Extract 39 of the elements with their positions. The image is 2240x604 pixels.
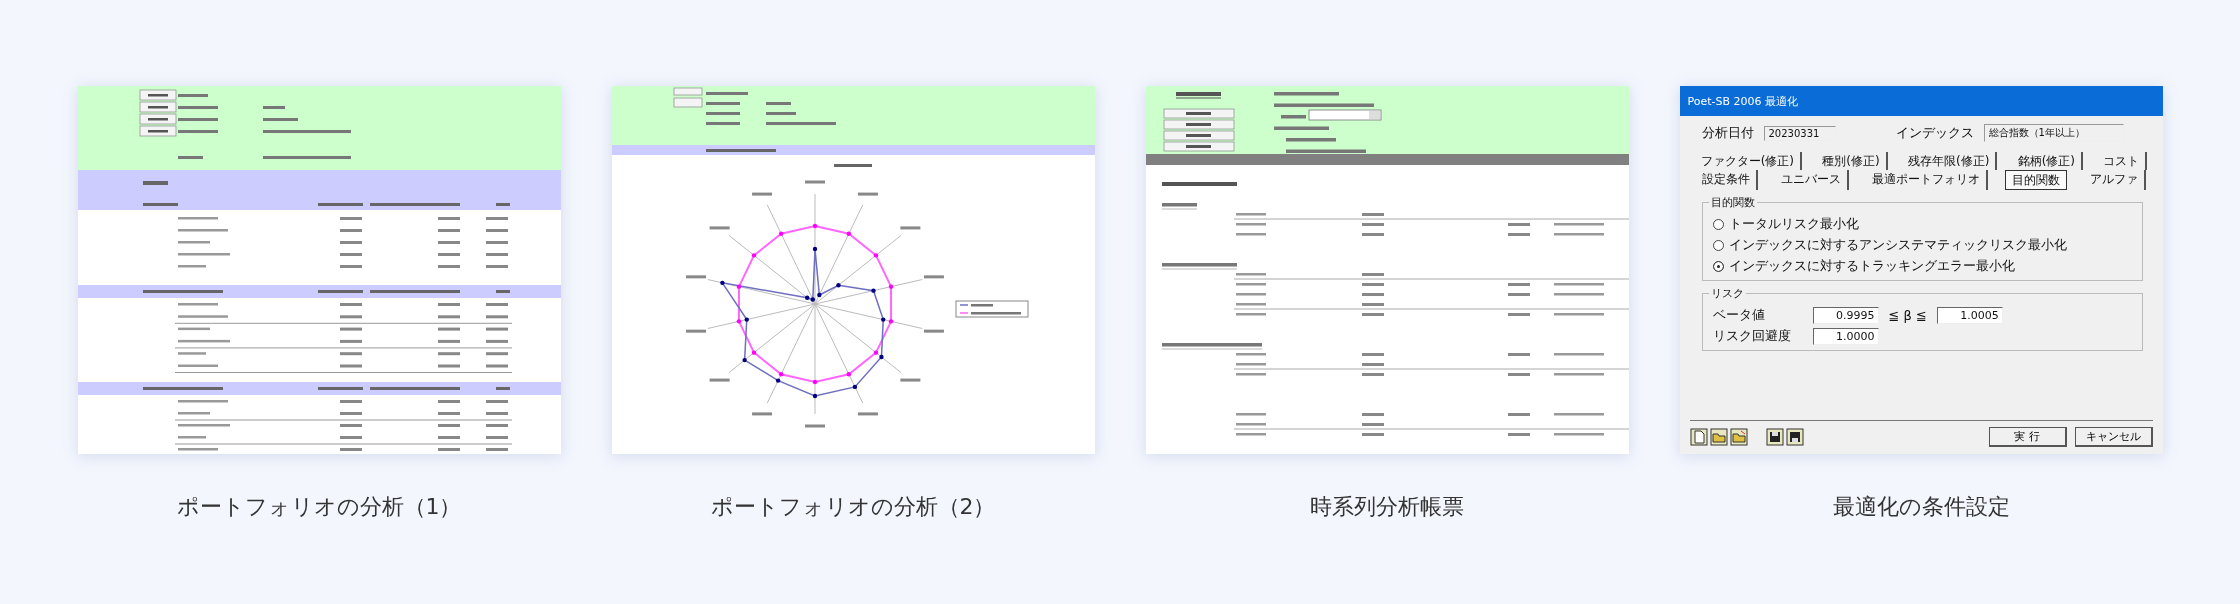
radio-button[interactable]: [1712, 260, 1724, 272]
dialog-button[interactable]: キャンセル: [2074, 427, 2153, 447]
dialog-button[interactable]: 実 行: [1988, 427, 2067, 447]
radio-label: インデックスに対するアンシステマティックリスク最小化: [1728, 236, 2067, 254]
radio-button[interactable]: [1712, 218, 1724, 230]
caption: ポートフォリオの分析（2）: [710, 493, 996, 521]
radio-label: トータルリスク最小化: [1728, 215, 1859, 233]
range-symbol: ≦ β ≦: [1888, 307, 1927, 323]
caption: 時系列分析帳票: [1310, 493, 1464, 521]
tab[interactable]: 設定条件: [1696, 170, 1758, 190]
radio-label: インデックスに対するトラッキングエラー最小化: [1728, 257, 2015, 275]
tab[interactable]: 最適ポートフォリオ: [1866, 170, 1988, 190]
caption: ポートフォリオの分析（1）: [176, 493, 462, 521]
input-field[interactable]: 総合指数（1年以上）: [1983, 124, 2124, 142]
tab[interactable]: 目的関数: [2005, 170, 2067, 190]
tab[interactable]: ファクター(修正): [1694, 152, 1802, 170]
tab[interactable]: 種別(修正): [1816, 152, 1888, 170]
radio-button[interactable]: [1712, 239, 1724, 251]
field-label: インデックス: [1895, 124, 1974, 142]
new-file-icon[interactable]: [1689, 428, 1708, 446]
group-title: リスク: [1708, 286, 1746, 301]
tab[interactable]: コスト: [2097, 152, 2148, 170]
input-field[interactable]: 0.9995: [1812, 306, 1879, 324]
tab[interactable]: ユニバース: [1775, 170, 1849, 190]
tab[interactable]: 残存年限(修正): [1902, 152, 1998, 170]
field-label: リスク回避度: [1712, 327, 1792, 345]
input-field[interactable]: 20230331: [1763, 125, 1836, 141]
input-field[interactable]: 1.0005: [1936, 306, 2003, 324]
save-icon[interactable]: [1785, 428, 1804, 446]
save-icon[interactable]: [1765, 428, 1784, 446]
folder-icon[interactable]: [1709, 428, 1728, 446]
field-label: ベータ値: [1712, 306, 1766, 324]
group-title: 目的関数: [1708, 195, 1757, 210]
input-field[interactable]: 1.0000: [1812, 327, 1879, 345]
caption: 最適化の条件設定: [1832, 493, 2010, 521]
window-title: Poet-SB 2006 最適化: [1687, 93, 1799, 109]
field-label: 分析日付: [1701, 124, 1754, 142]
tab[interactable]: アルファ: [2084, 170, 2146, 190]
folder-icon[interactable]: [1729, 428, 1748, 446]
